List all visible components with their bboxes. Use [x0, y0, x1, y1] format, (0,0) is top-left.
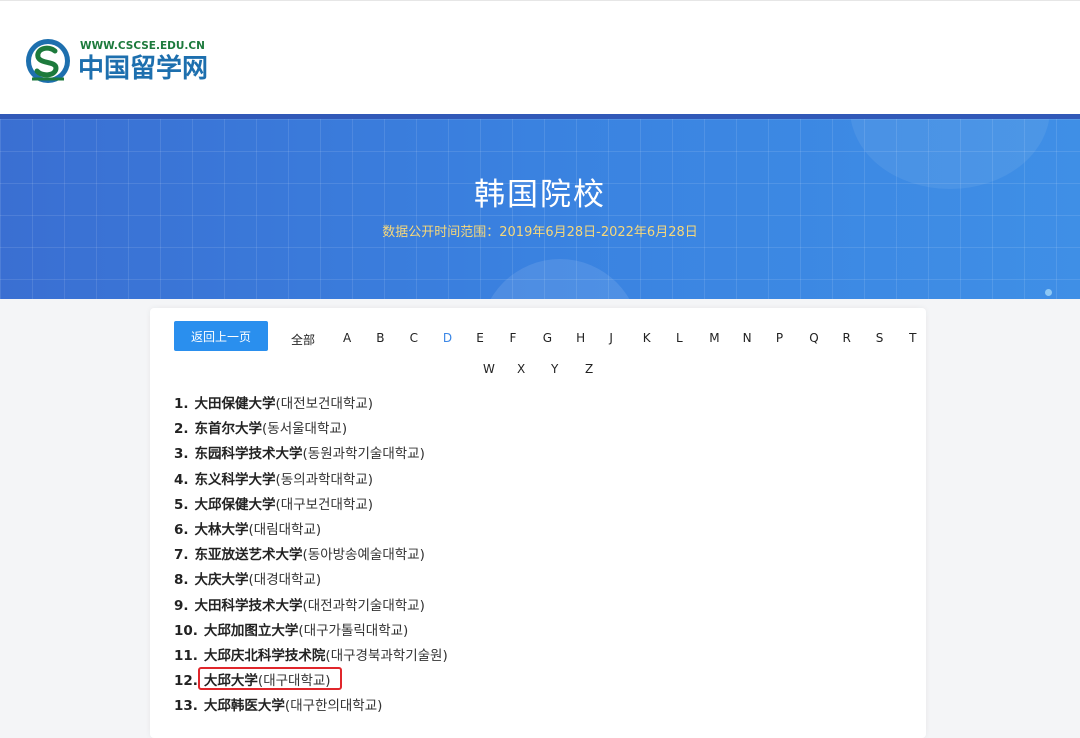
- filter-letter-k[interactable]: K: [643, 331, 651, 345]
- site-header: WWW.CSCSE.EDU.CN 中国留学网: [0, 0, 1080, 115]
- filter-letter-l[interactable]: L: [676, 331, 683, 345]
- school-name-chinese: 大邱韩医大学: [203, 698, 285, 715]
- filter-letter-z[interactable]: Z: [585, 362, 593, 376]
- school-list-item[interactable]: 5. 大邱保健大学(대구보건대학교): [174, 493, 448, 518]
- school-number: 4.: [174, 471, 189, 488]
- school-name-chinese: 东亚放送艺术大学: [194, 547, 303, 564]
- school-number: 9.: [174, 597, 189, 614]
- school-name-chinese: 东首尔大学: [194, 421, 263, 438]
- school-name-korean: (동아방송예술대학교): [302, 547, 425, 564]
- filter-letter-w[interactable]: W: [483, 362, 495, 376]
- filter-letter-e[interactable]: E: [476, 331, 484, 345]
- school-list-item[interactable]: 9. 大田科学技术大学(대전과학기술대학교): [174, 594, 448, 619]
- filter-letter-f[interactable]: F: [510, 331, 517, 345]
- filter-letter-h[interactable]: H: [576, 331, 585, 345]
- filter-letter-n[interactable]: N: [743, 331, 752, 345]
- school-name-chinese: 大庆大学: [194, 572, 249, 589]
- site-logo[interactable]: WWW.CSCSE.EDU.CN 中国留学网: [24, 35, 214, 87]
- school-name-chinese: 大田科学技术大学: [194, 597, 303, 614]
- school-name-korean: (동서울대학교): [262, 421, 348, 438]
- school-list-panel: 返回上一页 全部 A B C D E F G H J K L M N P Q R S T W X Y Z 1. 大田保健大学…: [150, 308, 926, 738]
- school-name-chinese: 大林大学: [194, 521, 249, 538]
- school-number: 11.: [174, 647, 198, 664]
- filter-letter-y[interactable]: Y: [551, 362, 558, 376]
- filter-letter-b[interactable]: B: [376, 331, 384, 345]
- back-button[interactable]: 返回上一页: [174, 321, 268, 351]
- page-title: 韩国院校: [474, 177, 606, 213]
- school-name-korean: (대구한의대학교): [284, 698, 383, 715]
- school-list-item[interactable]: 1. 大田保健大学(대전보건대학교): [174, 392, 448, 417]
- school-name-chinese: 大田保健大学: [194, 396, 276, 412]
- filter-letter-p[interactable]: P: [776, 331, 783, 345]
- school-name-chinese: 大邱加图立大学: [203, 622, 299, 639]
- school-name-chinese: 大邱大学: [203, 673, 258, 690]
- logo-name-text: 中国留学网: [78, 53, 208, 84]
- logo-url-text: WWW.CSCSE.EDU.CN: [80, 40, 205, 52]
- cscse-logo-icon: WWW.CSCSE.EDU.CN 中国留学网: [26, 39, 208, 84]
- school-name-chinese: 东义科学大学: [194, 471, 276, 488]
- school-number: 8.: [174, 572, 189, 589]
- school-number: 10.: [174, 622, 198, 639]
- school-name-chinese: 大邱保健大学: [194, 496, 276, 513]
- banner-decor-dot: [1045, 289, 1052, 296]
- school-name-chinese: 东园科学技术大学: [194, 446, 303, 463]
- school-name-korean: (대구가톨릭대학교): [298, 622, 409, 639]
- school-number: 7.: [174, 547, 189, 564]
- filter-all[interactable]: 全部: [291, 331, 315, 348]
- school-name-korean: (대구보건대학교): [275, 496, 374, 513]
- filter-letter-s[interactable]: S: [876, 331, 884, 345]
- school-number: 3.: [174, 446, 189, 463]
- school-number: 12.: [174, 673, 198, 690]
- school-number: 5.: [174, 496, 189, 513]
- filter-letter-c[interactable]: C: [410, 331, 418, 345]
- filter-letter-x[interactable]: X: [517, 362, 525, 376]
- page-banner: 韩国院校 数据公开时间范围：2019年6月28日-2022年6月28日: [0, 114, 1080, 299]
- filter-letter-a[interactable]: A: [343, 331, 351, 345]
- school-list-item[interactable]: 7. 东亚放送艺术大学(동아방송예술대학교): [174, 543, 448, 568]
- page-subtitle: 数据公开时间范围：2019年6月28日-2022年6月28日: [382, 225, 698, 240]
- school-number: 2.: [174, 421, 189, 438]
- filter-letter-m[interactable]: M: [709, 331, 719, 345]
- filter-letter-g[interactable]: G: [543, 331, 552, 345]
- school-list-item[interactable]: 6. 大林大学(대림대학교): [174, 518, 448, 543]
- school-name-korean: (동원과학기술대학교): [302, 446, 425, 463]
- filter-letter-d[interactable]: D: [443, 331, 452, 345]
- school-name-korean: (대림대학교): [248, 521, 322, 538]
- school-name-chinese: 大邱庆北科学技术院: [203, 647, 326, 664]
- school-name-korean: (대전과학기술대학교): [302, 597, 425, 614]
- school-list: 1. 大田保健大学(대전보건대학교) 2. 东首尔大学(동서울대학교) 3. 东园科学技术…: [174, 392, 448, 719]
- school-number: 6.: [174, 521, 189, 538]
- school-name-korean: (대구경북과학기술원): [325, 647, 448, 664]
- school-name-korean: (대구대학교): [257, 673, 331, 690]
- school-list-item[interactable]: 4. 东义科学大学(동의과학대학교): [174, 468, 448, 493]
- filter-letter-j[interactable]: J: [609, 331, 613, 345]
- filter-letter-t[interactable]: T: [909, 331, 916, 345]
- school-number: 13.: [174, 698, 198, 715]
- filter-letter-r[interactable]: R: [843, 331, 851, 345]
- school-number: 1.: [174, 396, 189, 412]
- school-name-korean: (대전보건대학교): [275, 396, 374, 412]
- school-list-item[interactable]: 2. 东首尔大学(동서울대학교): [174, 417, 448, 442]
- school-list-item[interactable]: 13. 大邱韩医大学(대구한의대학교): [174, 694, 448, 719]
- school-list-item[interactable]: 10. 大邱加图立大学(대구가톨릭대학교): [174, 619, 448, 644]
- school-list-item[interactable]: 12. 大邱大学(대구대학교): [174, 669, 448, 694]
- school-name-korean: (대경대학교): [248, 572, 322, 589]
- school-list-item[interactable]: 8. 大庆大学(대경대학교): [174, 568, 448, 593]
- school-name-korean: (동의과학대학교): [275, 471, 374, 488]
- school-list-item[interactable]: 11. 大邱庆北科学技术院(대구경북과학기술원): [174, 644, 448, 669]
- school-list-item[interactable]: 3. 东园科学技术大学(동원과학기술대학교): [174, 442, 448, 467]
- filter-letter-q[interactable]: Q: [809, 331, 818, 345]
